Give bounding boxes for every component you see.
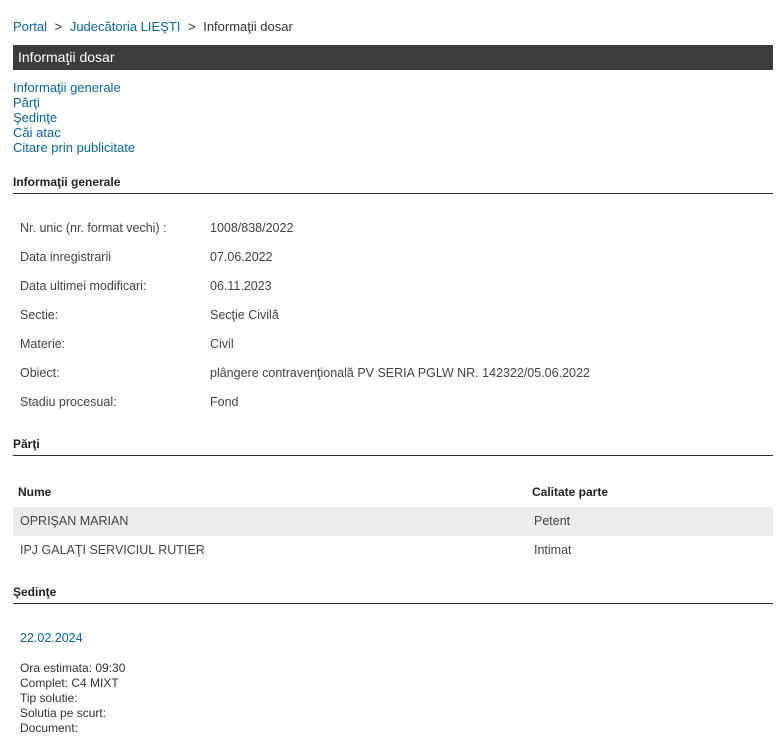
breadcrumb-court-link[interactable]: Judecătoria LIEŞTI [70, 19, 181, 34]
info-label: Data inregistrarii [20, 250, 112, 264]
hearing-panel: Complet: C4 MIXT [20, 676, 119, 690]
section-heading-sedinte: Şedinţe [13, 585, 773, 604]
party-role: Intimat [534, 543, 572, 557]
hearing-details: Ora estimata: 09:30 Complet: C4 MIXT Tip… [20, 661, 125, 736]
table-row: OPRIŞAN MARIAN Petent [13, 507, 773, 536]
info-label: Obiect: [20, 366, 60, 380]
info-value: Secţie Civilă [210, 308, 279, 322]
section-nav: Informaţii generale Părţi Şedinţe Căi at… [13, 80, 135, 155]
hearing-solution-summary: Solutia pe scurt: [20, 706, 107, 720]
breadcrumb: Portal > Judecătoria LIEŞTI > Informaţii… [13, 19, 293, 34]
info-label: Sectie: [20, 308, 59, 322]
info-value: 07.06.2022 [210, 250, 273, 264]
hearing-document: Document: [20, 721, 79, 735]
breadcrumb-separator: > [188, 19, 196, 34]
hearing-date: 22.02.2024 [20, 631, 83, 645]
breadcrumb-separator: > [54, 19, 63, 34]
column-header-role: Calitate parte [532, 485, 609, 499]
nav-link-informatii-generale[interactable]: Informaţii generale [13, 80, 135, 95]
section-heading-parti: Părţi [13, 437, 773, 456]
hearing-solution-type: Tip solutie: [20, 691, 78, 705]
info-value: Fond [210, 395, 239, 409]
nav-link-sedinte[interactable]: Şedinţe [13, 110, 135, 125]
info-label: Materie: [20, 337, 66, 351]
info-value: Civil [210, 337, 234, 351]
breadcrumb-portal-link[interactable]: Portal [13, 19, 47, 34]
info-value: plângere contravenţională PV SERIA PGLW … [210, 366, 590, 380]
info-label: Nr. unic (nr. format vechi) : [20, 221, 167, 235]
info-value: 06.11.2023 [210, 279, 272, 293]
section-heading-general: Informaţii generale [13, 175, 773, 194]
page-title: Informaţii dosar [13, 45, 773, 70]
breadcrumb-current: Informaţii dosar [203, 19, 293, 34]
nav-link-parti[interactable]: Părţi [13, 95, 135, 110]
nav-link-cai-atac[interactable]: Căi atac [13, 125, 135, 140]
info-label: Stadiu procesual: [20, 395, 117, 409]
party-name: OPRIŞAN MARIAN [20, 514, 129, 528]
party-role: Petent [534, 514, 571, 528]
info-label: Data ultimei modificari: [20, 279, 147, 293]
info-value: 1008/838/2022 [210, 221, 294, 235]
nav-link-citare-publicitate[interactable]: Citare prin publicitate [13, 140, 135, 155]
column-header-name: Nume [18, 485, 52, 499]
hearing-time: Ora estimata: 09:30 [20, 661, 126, 675]
party-name: IPJ GALAŢI SERVICIUL RUTIER [20, 543, 205, 557]
table-row: IPJ GALAŢI SERVICIUL RUTIER Intimat [13, 536, 773, 565]
